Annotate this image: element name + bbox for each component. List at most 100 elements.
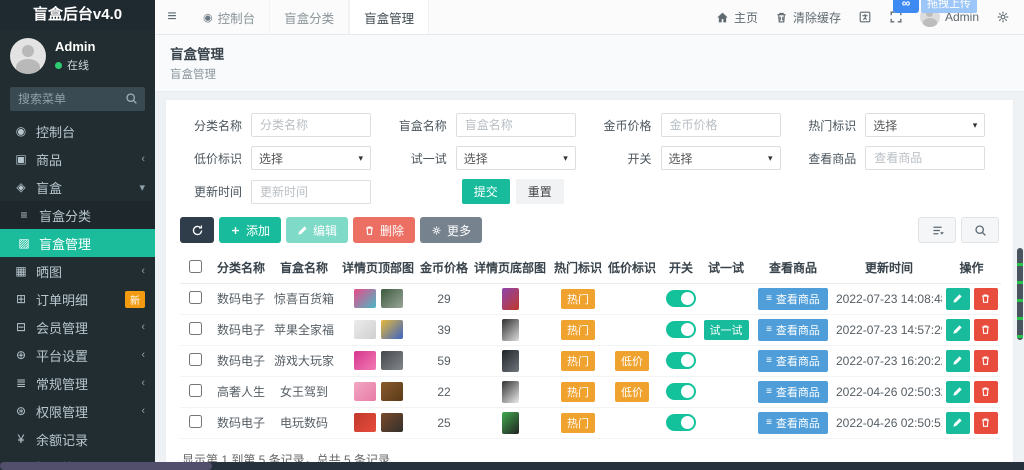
extension-label: 拖拽上传: [921, 0, 977, 13]
row-delete-button[interactable]: [973, 318, 998, 341]
trash-icon: [982, 418, 989, 427]
filter-input-coin-price[interactable]: [660, 113, 781, 137]
row-edit-button[interactable]: [945, 411, 970, 434]
view-products-button[interactable]: ≡ 查看商品: [758, 287, 828, 310]
switch-toggle[interactable]: [666, 383, 696, 400]
sidebar-item-label: 盲盒管理: [39, 236, 92, 252]
sidebar-item-box[interactable]: ◈ 盲盒 ▾: [0, 173, 155, 201]
coin-price-cell: 29: [420, 283, 468, 315]
add-button[interactable]: 添加: [219, 217, 282, 243]
row-checkbox[interactable]: [188, 383, 202, 397]
product-thumbnail: [380, 413, 403, 432]
tab-console[interactable]: ◉ 控制台: [189, 0, 271, 34]
switch-toggle[interactable]: [666, 290, 696, 307]
row-delete-button[interactable]: [973, 349, 998, 372]
sidebar-item-box-manage[interactable]: ▨ 盲盒管理: [0, 229, 155, 257]
filter-label-category-name: 分类名称: [193, 118, 242, 133]
tab-box-manage[interactable]: 盲盒管理: [349, 0, 430, 34]
row-edit-button[interactable]: [945, 287, 970, 310]
reset-button[interactable]: 重置: [515, 179, 564, 204]
sidebar: 盲盒后台v4.0 Admin 在线 ◉ 控制台 ▣ 商品 ‹ ◈ 盲盒: [0, 0, 155, 470]
refresh-button[interactable]: [180, 217, 214, 243]
sidebar-item-box-category[interactable]: ≡ 盲盒分类: [0, 201, 155, 229]
browser-extension-badge[interactable]: ∞ 拖拽上传: [893, 0, 977, 13]
app-title: 盲盒后台v4.0: [0, 0, 155, 30]
detail-top-image-cell: [336, 283, 420, 315]
sidebar-item-photos[interactable]: ▦ 晒图 ‹: [0, 257, 155, 285]
switch-toggle[interactable]: [666, 321, 696, 338]
hamburger-menu-icon[interactable]: ≡: [155, 0, 189, 34]
refresh-icon: [192, 224, 202, 235]
sidebar-item-members[interactable]: ⊟ 会员管理 ‹: [0, 313, 155, 341]
horizontal-scrollbar[interactable]: [0, 462, 1024, 470]
column-sort-button[interactable]: [918, 217, 956, 243]
row-delete-button[interactable]: [973, 380, 998, 403]
column-header: 开关: [660, 253, 702, 284]
product-thumbnail: [501, 287, 519, 310]
sidebar-item-general[interactable]: ≣ 常规管理 ‹: [0, 369, 155, 397]
language-switch-button[interactable]: [858, 10, 872, 24]
switch-toggle[interactable]: [666, 414, 696, 431]
trash-icon: [982, 325, 989, 334]
tab-box-category[interactable]: 盲盒分类: [270, 0, 350, 34]
filter-label-switch: 开关: [627, 151, 652, 166]
filter-select-hot-flag[interactable]: 选择 ▾: [865, 113, 986, 137]
gear-icon: [997, 11, 1009, 23]
filter-label-view-goods: 查看商品: [808, 151, 857, 166]
filter-input-category-name[interactable]: [251, 113, 371, 137]
more-button[interactable]: 更多: [420, 217, 483, 243]
coin-price-cell: 22: [420, 376, 468, 408]
edit-button[interactable]: 编辑: [286, 217, 349, 243]
column-header: 金币价格: [420, 253, 468, 284]
select-all-checkbox[interactable]: [188, 259, 202, 273]
table-row: 数码电子 电玩数码 25 热门 ≡ 查看商品 2022-04-26 02:50:5…: [180, 407, 1001, 439]
filter-input-view-goods[interactable]: [865, 146, 986, 170]
row-edit-button[interactable]: [945, 380, 970, 403]
detail-top-image-cell: [336, 314, 420, 346]
clear-cache-button[interactable]: 清除缓存: [775, 9, 841, 26]
view-products-button[interactable]: ≡ 查看商品: [758, 411, 828, 434]
filter-select-low-flag[interactable]: 选择 ▾: [251, 146, 371, 170]
row-checkbox[interactable]: [188, 290, 202, 304]
row-edit-button[interactable]: [945, 318, 970, 341]
table-search-button[interactable]: [961, 217, 999, 243]
chevron-icon: ‹: [141, 321, 145, 333]
horizontal-scrollbar-thumb[interactable]: [0, 462, 212, 470]
sidebar-item-orders[interactable]: ⊞ 订单明细 新: [0, 285, 155, 313]
box-name-cell: 游戏大玩家: [272, 345, 336, 377]
vertical-scrollbar-thumb[interactable]: [1017, 248, 1023, 340]
filter-label-box-name: 盲盒名称: [398, 118, 447, 133]
row-edit-button[interactable]: [945, 349, 970, 372]
cart-icon: ⊞: [15, 292, 27, 306]
column-header: 详情页底部图: [468, 253, 552, 284]
product-thumbnail: [501, 380, 519, 403]
switch-toggle[interactable]: [666, 352, 696, 369]
filter-input-box-name[interactable]: [455, 113, 576, 137]
row-delete-button[interactable]: [973, 287, 998, 310]
row-delete-button[interactable]: [973, 411, 998, 434]
view-products-button[interactable]: ≡ 查看商品: [758, 318, 828, 341]
view-products-button[interactable]: ≡ 查看商品: [758, 380, 828, 403]
sidebar-item-permissions[interactable]: ⊛ 权限管理 ‹: [0, 397, 155, 425]
cube-icon: ▨: [18, 236, 30, 250]
settings-button[interactable]: [996, 10, 1010, 24]
filter-select-switch[interactable]: 选择 ▾: [660, 146, 781, 170]
filter-input-update-time[interactable]: [251, 179, 371, 204]
delete-button[interactable]: 删除: [353, 217, 416, 243]
row-checkbox[interactable]: [188, 321, 202, 335]
filter-form: 分类名称盲盒名称金币价格热门标识选择▾低价标识选择▾试一试选择▾开关选择▾查看商…: [180, 113, 999, 204]
sidebar-item-platform[interactable]: ⊕ 平台设置 ‹: [0, 341, 155, 369]
sidebar-item-balance[interactable]: ¥ 余额记录: [0, 425, 155, 453]
submit-button[interactable]: 提交: [461, 179, 510, 204]
sidebar-item-dashboard[interactable]: ◉ 控制台: [0, 117, 155, 145]
home-button[interactable]: 主页: [716, 9, 758, 26]
row-checkbox[interactable]: [188, 352, 202, 366]
sidebar-item-goods[interactable]: ▣ 商品 ‹: [0, 145, 155, 173]
caret-down-icon: ▾: [563, 152, 568, 163]
hot-badge: 热门: [561, 412, 595, 433]
row-checkbox[interactable]: [188, 414, 202, 428]
view-products-button[interactable]: ≡ 查看商品: [758, 349, 828, 372]
chevron-icon: ‹: [141, 153, 145, 165]
filter-select-try-flag[interactable]: 选择 ▾: [455, 146, 576, 170]
tab-label: 盲盒管理: [364, 11, 415, 26]
